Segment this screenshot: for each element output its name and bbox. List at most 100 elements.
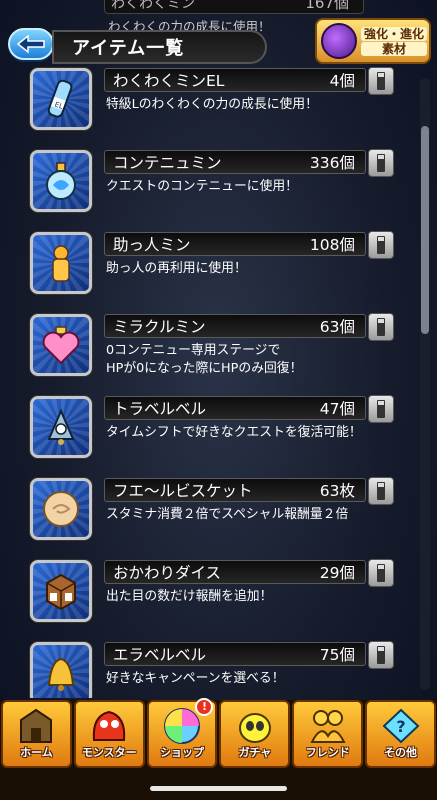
helper-bottle-icon bbox=[30, 232, 92, 294]
item-count: 4個 bbox=[329, 72, 355, 90]
item-description-line: 出た目の数だけ報酬を追加！ bbox=[106, 589, 273, 604]
nav-label: モンスター bbox=[81, 746, 137, 759]
list-item[interactable]: フエ〜ルビスケット 63枚 スタミナ消費２倍でスペシャル報酬量２倍 bbox=[12, 472, 410, 554]
nav-friend[interactable]: フレンド bbox=[292, 700, 364, 768]
shop-badge: ! bbox=[195, 698, 214, 716]
nav-other[interactable]: ? その他 bbox=[365, 700, 436, 768]
item-description: クエストのコンテニューに使用！ bbox=[106, 178, 298, 196]
biscuit-icon bbox=[30, 478, 92, 540]
nav-gacha[interactable]: ガチャ bbox=[219, 700, 291, 768]
info-icon bbox=[377, 564, 385, 582]
item-description: 出た目の数だけ報酬を追加！ bbox=[106, 588, 272, 606]
item-name: ミラクルミン bbox=[113, 318, 206, 336]
partial-item-count: 167個 bbox=[305, 0, 349, 12]
potion-flask-icon bbox=[30, 150, 92, 212]
dice-icon bbox=[30, 560, 92, 622]
item-count: 63個 bbox=[319, 318, 355, 336]
info-icon bbox=[377, 482, 385, 500]
travel-bell-icon bbox=[30, 396, 92, 458]
info-icon bbox=[377, 400, 385, 418]
info-icon bbox=[377, 72, 385, 90]
item-name-bar: トラベルベル 47個 bbox=[104, 396, 366, 420]
item-name-bar: 助っ人ミン 108個 bbox=[104, 232, 366, 256]
bottom-nav: ホーム モンスター ! ショップ ガチャ フレンド ? その他 bbox=[0, 698, 437, 800]
page-title: アイテム一覧 bbox=[72, 38, 185, 59]
nav-shop[interactable]: ! ショップ bbox=[146, 698, 218, 768]
info-button[interactable] bbox=[368, 231, 394, 259]
info-button[interactable] bbox=[368, 149, 394, 177]
list-item[interactable]: エラベルベル 75個 好きなキャンペーンを選べる！ bbox=[12, 636, 410, 698]
heart-potion-icon bbox=[30, 314, 92, 376]
item-name: コンテニュミン bbox=[113, 154, 222, 172]
back-arrow-icon bbox=[16, 34, 45, 54]
item-description-line: クエストのコンテニューに使用！ bbox=[106, 179, 298, 194]
info-button[interactable] bbox=[368, 67, 394, 95]
back-button[interactable] bbox=[8, 28, 54, 60]
nav-home[interactable]: ホーム bbox=[1, 700, 72, 768]
info-icon bbox=[377, 318, 385, 336]
header: アイテム一覧 強化・進化 素材 bbox=[0, 18, 437, 68]
material-button[interactable]: 強化・進化 素材 bbox=[315, 18, 431, 64]
item-count: 63枚 bbox=[319, 482, 355, 500]
item-description: スタミナ消費２倍でスペシャル報酬量２倍 bbox=[106, 506, 348, 524]
friend-icon bbox=[310, 710, 346, 743]
home-icon bbox=[20, 708, 53, 743]
item-description: タイムシフトで好きなクエストを復活可能！ bbox=[106, 424, 362, 442]
nav-label: ショップ bbox=[160, 746, 205, 759]
info-button[interactable] bbox=[368, 477, 394, 505]
item-description-line: 助っ人の再利用に使用！ bbox=[106, 261, 247, 276]
item-count: 29個 bbox=[319, 564, 355, 582]
item-description-line: 好きなキャンペーンを選べる！ bbox=[106, 671, 285, 686]
scrollbar-thumb[interactable] bbox=[421, 126, 429, 334]
item-count: 75個 bbox=[319, 646, 355, 664]
info-button[interactable] bbox=[368, 313, 394, 341]
item-count: 47個 bbox=[319, 400, 355, 418]
nav-monster[interactable]: モンスター bbox=[73, 700, 145, 768]
item-description-line: 特級Lのわくわくの力の成長に使用！ bbox=[106, 97, 318, 112]
home-indicator[interactable] bbox=[150, 786, 287, 791]
nav-label: ホーム bbox=[20, 746, 53, 759]
scrollbar[interactable] bbox=[420, 78, 430, 690]
material-label-line2: 素材 bbox=[361, 41, 428, 56]
info-button[interactable] bbox=[368, 395, 394, 423]
item-name: フエ〜ルビスケット bbox=[113, 482, 253, 500]
item-description-line: 0コンテニュー専用ステージで bbox=[106, 343, 281, 358]
material-label-line1: 強化・進化 bbox=[361, 26, 428, 41]
nav-label: フレンド bbox=[305, 746, 350, 759]
item-name-bar: フエ〜ルビスケット 63枚 bbox=[104, 478, 366, 502]
item-name-bar: エラベルベル 75個 bbox=[104, 642, 366, 666]
item-description: 好きなキャンペーンを選べる！ bbox=[106, 670, 285, 688]
other-icon: ? bbox=[382, 708, 420, 744]
item-name: トラベルベル bbox=[113, 400, 207, 418]
item-description-line: スタミナ消費２倍でスペシャル報酬量２倍 bbox=[106, 507, 349, 522]
list-item[interactable]: コンテニュミン 336個 クエストのコンテニューに使用！ bbox=[12, 144, 410, 226]
gold-bell-icon bbox=[30, 642, 92, 698]
material-button-label: 強化・進化 素材 bbox=[361, 26, 428, 57]
item-count: 336個 bbox=[309, 154, 355, 172]
list-item[interactable]: ミラクルミン 63個 0コンテニュー専用ステージで HPが0になった際にHPのみ… bbox=[12, 308, 410, 390]
material-orb-icon bbox=[321, 23, 357, 59]
item-name: わくわくミンEL bbox=[113, 72, 225, 90]
nav-label: ガチャ bbox=[238, 746, 272, 759]
item-name-bar: ミラクルミン 63個 bbox=[104, 314, 366, 338]
info-button[interactable] bbox=[368, 559, 394, 587]
info-button[interactable] bbox=[368, 641, 394, 669]
list-item[interactable]: おかわりダイス 29個 出た目の数だけ報酬を追加！ bbox=[12, 554, 410, 636]
item-name-bar: コンテニュミン 336個 bbox=[104, 150, 366, 174]
item-description: 特級Lのわくわくの力の成長に使用！ bbox=[106, 96, 318, 114]
info-icon bbox=[377, 154, 385, 172]
list-item[interactable]: トラベルベル 47個 タイムシフトで好きなクエストを復活可能！ bbox=[12, 390, 410, 472]
item-list[interactable]: EL わくわくミンEL 4個 特級Lのわくわくの力の成長に使用！ コンテニュミン… bbox=[12, 62, 410, 698]
item-description: 0コンテニュー専用ステージで HPが0になった際にHPのみ回復！ bbox=[106, 342, 302, 378]
item-name: 助っ人ミン bbox=[113, 236, 191, 254]
nav-label: その他 bbox=[384, 746, 418, 759]
list-item[interactable]: EL わくわくミンEL 4個 特級Lのわくわくの力の成長に使用！ bbox=[12, 62, 410, 144]
item-description-line: タイムシフトで好きなクエストを復活可能！ bbox=[106, 425, 362, 440]
bottle-icon: EL bbox=[30, 68, 92, 130]
info-icon bbox=[377, 236, 385, 254]
list-item[interactable]: 助っ人ミン 108個 助っ人の再利用に使用！ bbox=[12, 226, 410, 308]
page-title-bar: アイテム一覧 bbox=[52, 30, 267, 64]
svg-text:?: ? bbox=[396, 717, 405, 736]
item-name: エラベルベル bbox=[113, 646, 207, 664]
item-description-line: HPが0になった際にHPのみ回復！ bbox=[106, 361, 303, 376]
